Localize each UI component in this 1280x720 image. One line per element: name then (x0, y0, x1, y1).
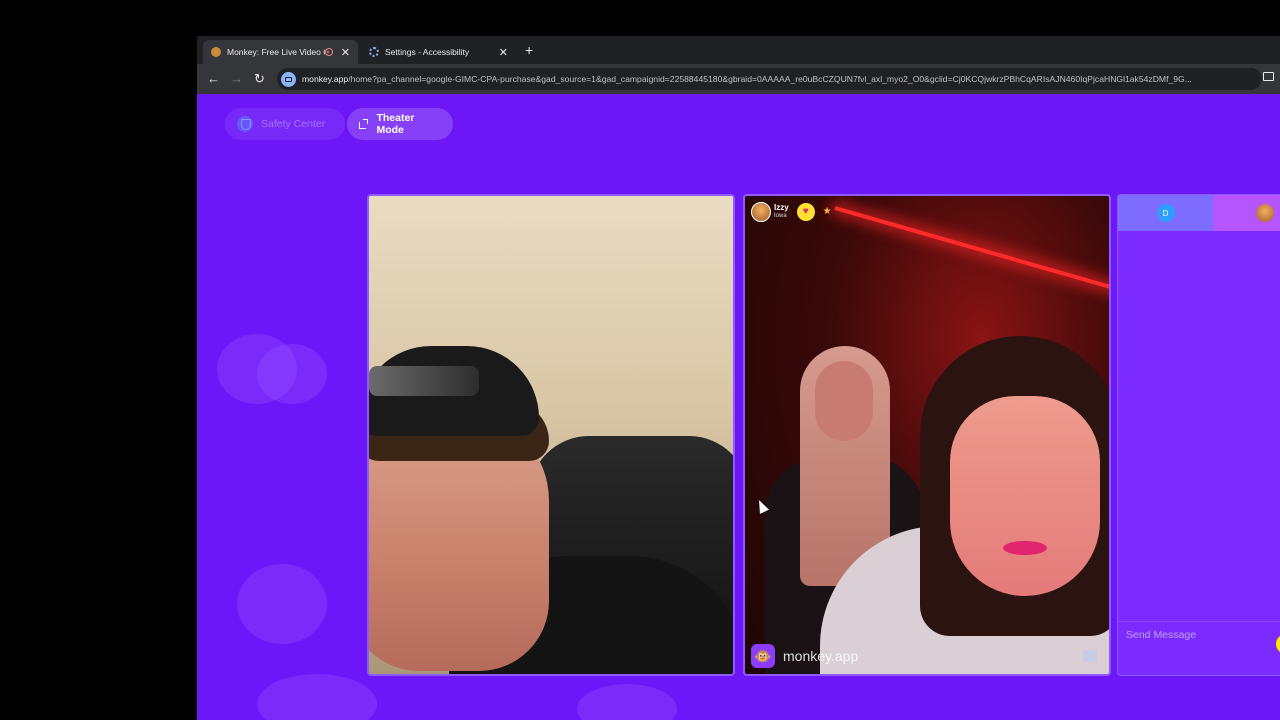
close-tab-icon[interactable]: ✕ (341, 46, 350, 59)
remote-user-info: Izzy Iowa (774, 204, 789, 220)
remote-user-header: Izzy Iowa ♥ ★ (751, 202, 837, 222)
url-path: /home?pa_channel=google-GIMC-CPA-purchas… (348, 74, 1192, 84)
cap-band-shape (369, 366, 479, 396)
expand-icon (359, 119, 369, 129)
back-button[interactable]: ← (207, 71, 220, 87)
person-face-shape (815, 361, 873, 441)
remote-user-avatar[interactable] (751, 202, 771, 222)
self-avatar: D (1156, 204, 1175, 222)
tab-title: Monkey: Free Live Video Ch (227, 47, 325, 57)
tab-strip: Monkey: Free Live Video Ch ✕ Settings - … (197, 36, 1280, 64)
person-face-shape (950, 396, 1100, 596)
cast-icon[interactable] (1263, 72, 1274, 81)
theater-mode-button[interactable]: Theater Mode (347, 108, 453, 140)
url-text[interactable]: monkey.app/home?pa_channel=google-GIMC-C… (302, 74, 1262, 84)
badge-icon: ★ (822, 206, 832, 217)
new-tab-button[interactable]: + (525, 42, 533, 58)
background-blob (237, 564, 327, 644)
remote-user-location: Iowa (774, 213, 787, 219)
watermark-text: monkey.app (783, 648, 859, 664)
led-light-strip (834, 206, 1109, 293)
heart-icon[interactable]: ♥ (796, 203, 815, 221)
address-bar[interactable]: monkey.app/home?pa_channel=google-GIMC-C… (277, 68, 1262, 90)
theater-mode-label: Theater Mode (376, 112, 415, 136)
forward-button[interactable]: → (230, 71, 243, 87)
report-icon[interactable] (1083, 650, 1097, 662)
remote-user-name: Izzy (774, 203, 789, 212)
send-message-input[interactable] (1118, 621, 1280, 647)
background-blob (257, 344, 327, 404)
lips-shape (1003, 541, 1047, 555)
settings-gear-icon (369, 47, 379, 57)
screen: Monkey: Free Live Video Ch ✕ Settings - … (0, 0, 1280, 720)
tab-settings[interactable]: Settings - Accessibility ✕ (361, 40, 516, 64)
tab-monkey[interactable]: Monkey: Free Live Video Ch ✕ (203, 40, 358, 64)
chat-header: D (1118, 195, 1280, 231)
partner-avatar (1256, 204, 1274, 222)
chat-tab-partner[interactable] (1213, 195, 1280, 231)
close-tab-icon[interactable]: ✕ (499, 46, 508, 59)
browser-window: Monkey: Free Live Video Ch ✕ Settings - … (197, 36, 1280, 720)
chat-panel: D (1117, 194, 1280, 676)
remote-video-feed: Izzy Iowa ♥ ★ 🐵 monkey.app (743, 194, 1111, 676)
shield-icon (237, 116, 253, 132)
browser-toolbar: ← → ↻ monkey.app/home?pa_channel=google-… (197, 64, 1280, 94)
chat-tab-self[interactable]: D (1118, 195, 1213, 231)
tab-title: Settings - Accessibility (385, 47, 470, 57)
background-blob (577, 684, 677, 720)
safety-center-button[interactable]: Safety Center (225, 108, 345, 140)
site-info-icon[interactable] (281, 71, 296, 87)
reload-button[interactable]: ↻ (254, 71, 265, 87)
monkey-favicon-icon (211, 47, 221, 57)
safety-center-label: Safety Center (261, 118, 326, 130)
local-video-feed (367, 194, 735, 676)
monkey-watermark: 🐵 monkey.app (751, 644, 858, 668)
monkey-logo-icon: 🐵 (751, 644, 775, 668)
recording-indicator-icon (324, 48, 333, 56)
monkey-page: Safety Center Theater Mode Izzy Iowa ♥ ★… (197, 94, 1280, 720)
url-host: monkey.app (302, 74, 349, 84)
background-blob (257, 674, 377, 720)
